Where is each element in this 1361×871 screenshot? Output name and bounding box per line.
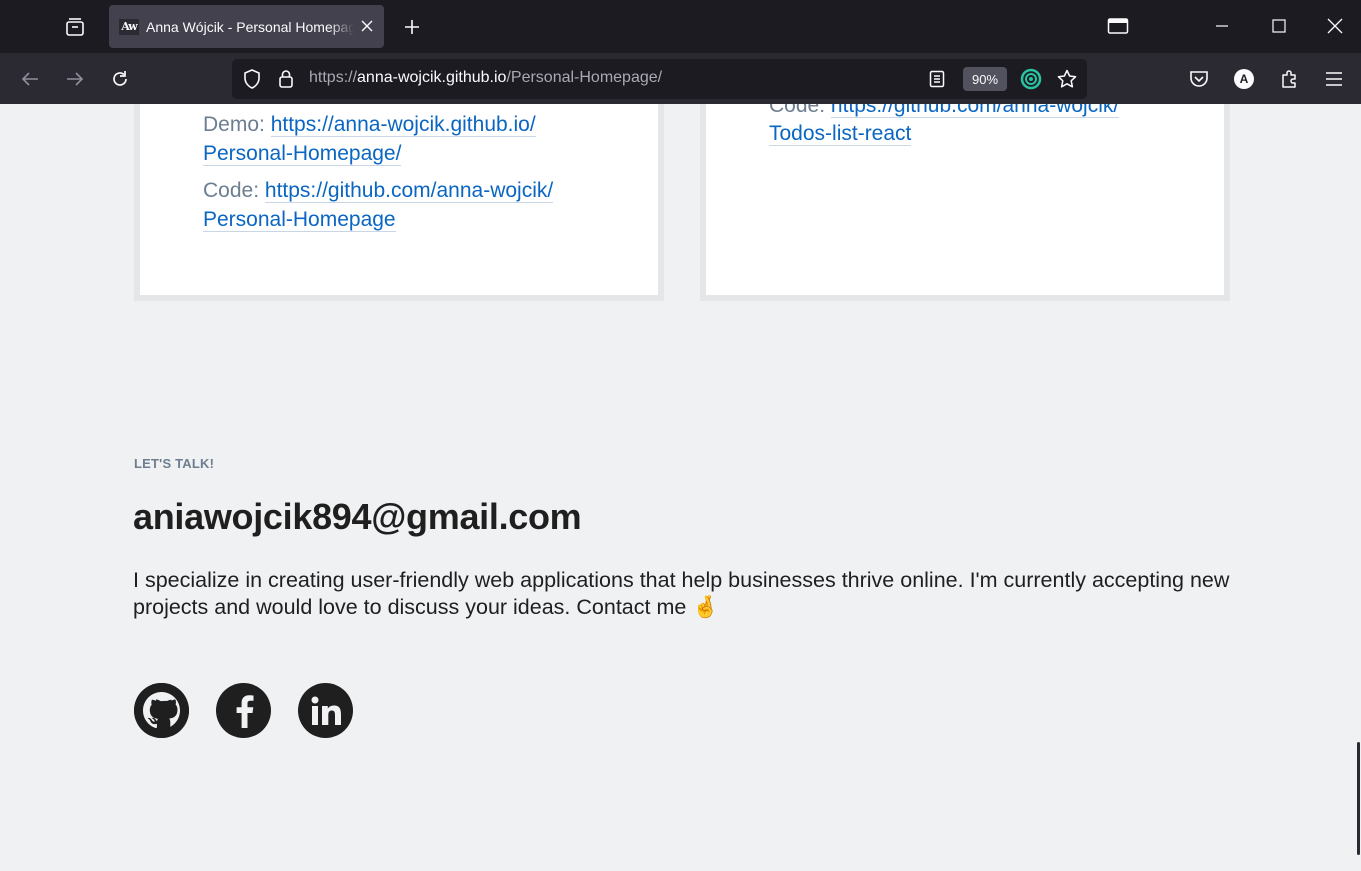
contact-email-link[interactable]: aniawojcik894@gmail.com <box>133 496 582 538</box>
picture-in-picture-button[interactable] <box>1101 10 1135 42</box>
reload-button[interactable] <box>104 63 136 95</box>
reader-view-button[interactable] <box>926 68 948 90</box>
code-link[interactable]: https://github.com/anna-wojcik/ <box>264 179 554 203</box>
github-link[interactable] <box>134 683 189 738</box>
linkedin-link[interactable] <box>298 683 353 738</box>
contact-subtitle: LET'S TALK! <box>134 456 215 471</box>
demo-link[interactable]: https://anna-wojcik.github.io/ <box>270 113 536 137</box>
linkedin-icon <box>311 696 341 725</box>
facebook-link[interactable] <box>216 683 271 738</box>
app-menu-button[interactable] <box>1318 63 1350 95</box>
window-close-icon <box>1327 18 1343 34</box>
picture-in-picture-icon <box>1107 18 1129 34</box>
github-icon <box>134 683 189 738</box>
plus-icon <box>405 20 419 34</box>
forward-icon <box>67 72 84 86</box>
reader-view-icon <box>929 70 945 88</box>
project-card: Code: https://github.com/anna-wojcik/ To… <box>700 104 1230 301</box>
code-line-continued: Personal-Homepage <box>203 205 396 234</box>
back-icon <box>21 72 38 86</box>
menu-icon <box>1326 72 1342 86</box>
forward-button[interactable] <box>59 63 91 95</box>
tab-list-button[interactable] <box>60 12 90 42</box>
code-line: Code: https://github.com/anna-wojcik/ <box>769 104 1120 120</box>
back-button[interactable] <box>14 63 46 95</box>
extension-button[interactable] <box>1020 68 1042 90</box>
reload-icon <box>113 71 127 86</box>
code-link[interactable]: https://github.com/anna-wojcik/ <box>830 104 1120 118</box>
social-links <box>134 683 353 738</box>
star-icon <box>1057 69 1077 88</box>
new-tab-button[interactable] <box>398 13 426 41</box>
url-path: /Personal-Homepage/ <box>506 69 663 86</box>
account-button[interactable]: A <box>1228 63 1260 95</box>
contact-description: I specialize in creating user-friendly w… <box>133 568 1230 619</box>
code-link-continued[interactable]: Todos-list-react <box>769 122 912 146</box>
lock-icon <box>279 70 293 88</box>
navigation-toolbar: https://anna-wojcik.github.io/Personal-H… <box>0 53 1361 104</box>
active-tab[interactable]: Aw Anna Wójcik - Personal Homepage <box>109 5 384 48</box>
page-scrollbar[interactable] <box>1357 742 1360 855</box>
demo-line-continued: Personal-Homepage/ <box>203 139 402 168</box>
demo-line: Demo: https://anna-wojcik.github.io/ <box>203 110 536 139</box>
address-bar[interactable]: https://anna-wojcik.github.io/Personal-H… <box>232 59 1087 99</box>
demo-label: Demo: <box>203 113 265 136</box>
url-protocol: https:// <box>309 69 358 86</box>
tab-close-button[interactable] <box>358 17 376 35</box>
tab-title: Anna Wójcik - Personal Homepage <box>146 18 354 35</box>
url-text[interactable]: https://anna-wojcik.github.io/Personal-H… <box>309 69 662 87</box>
facebook-icon <box>236 694 253 728</box>
shield-icon <box>244 69 260 89</box>
bookmark-button[interactable] <box>1056 68 1078 90</box>
zoom-level-button[interactable]: 90% <box>963 67 1007 91</box>
page-viewport: Demo: https://anna-wojcik.github.io/ Per… <box>0 104 1361 871</box>
tab-bar: Aw Anna Wójcik - Personal Homepage <box>0 0 1361 53</box>
code-line: Code: https://github.com/anna-wojcik/ <box>203 176 554 205</box>
avatar: A <box>1234 69 1254 89</box>
project-card: Demo: https://anna-wojcik.github.io/ Per… <box>134 104 664 301</box>
code-line-continued: Todos-list-react <box>769 119 912 148</box>
extension-ring-icon <box>1020 68 1042 90</box>
site-security-button[interactable] <box>275 68 297 90</box>
code-label: Code: <box>769 104 826 117</box>
pocket-button[interactable] <box>1183 63 1215 95</box>
window-close-button[interactable] <box>1318 10 1352 42</box>
tab-list-icon <box>66 18 84 36</box>
maximize-button[interactable] <box>1262 10 1296 42</box>
close-icon <box>361 20 373 32</box>
extensions-icon <box>1282 70 1296 88</box>
minimize-button[interactable] <box>1205 10 1239 42</box>
pocket-icon <box>1190 71 1208 87</box>
url-domain: anna-wojcik.github.io <box>357 69 507 86</box>
tracking-protection-button[interactable] <box>241 68 263 90</box>
minimize-icon <box>1216 25 1228 27</box>
code-label: Code: <box>203 179 260 202</box>
site-favicon: Aw <box>119 18 139 35</box>
extensions-button[interactable] <box>1273 63 1305 95</box>
demo-link-continued[interactable]: Personal-Homepage/ <box>203 142 402 166</box>
code-link-continued[interactable]: Personal-Homepage <box>203 208 396 232</box>
maximize-icon <box>1272 19 1286 33</box>
